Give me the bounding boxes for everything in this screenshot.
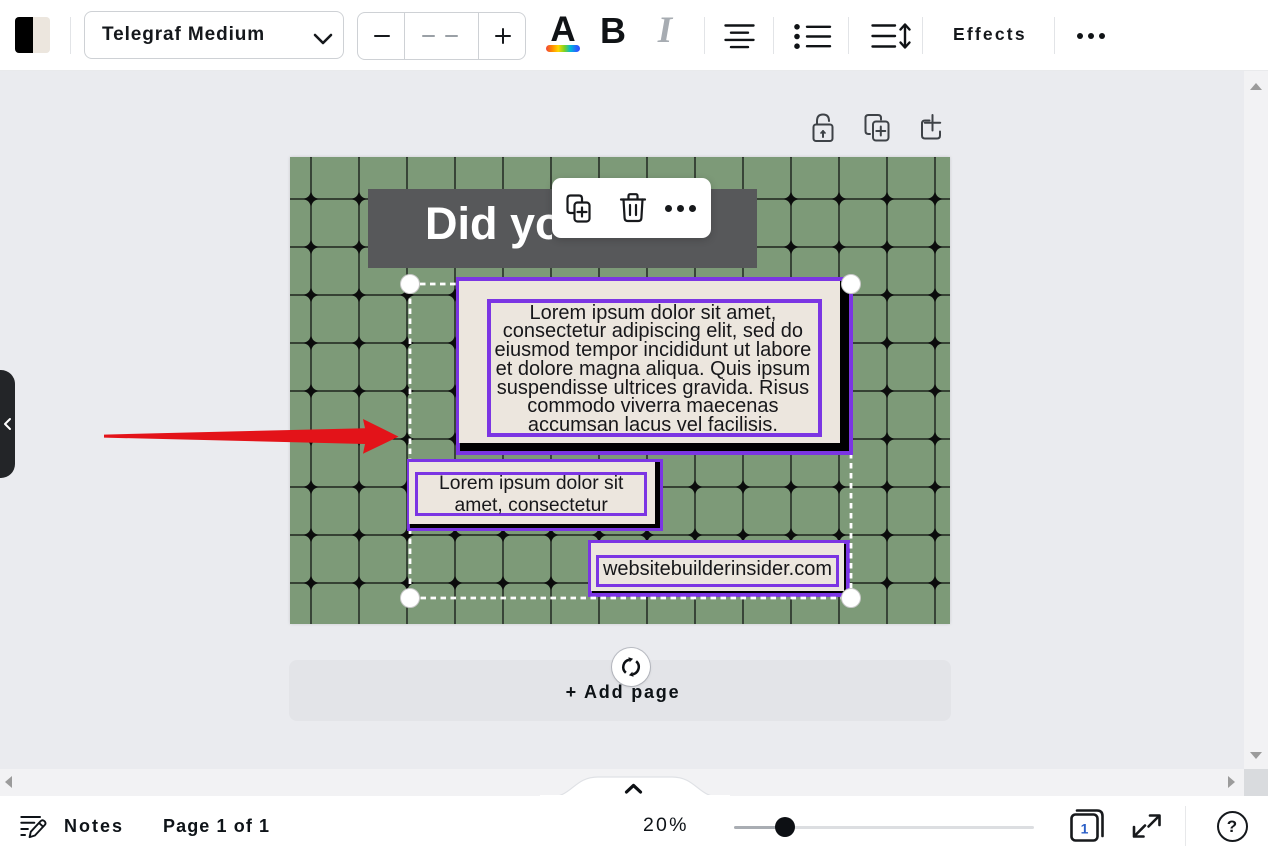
svg-text:1: 1	[1081, 821, 1089, 837]
